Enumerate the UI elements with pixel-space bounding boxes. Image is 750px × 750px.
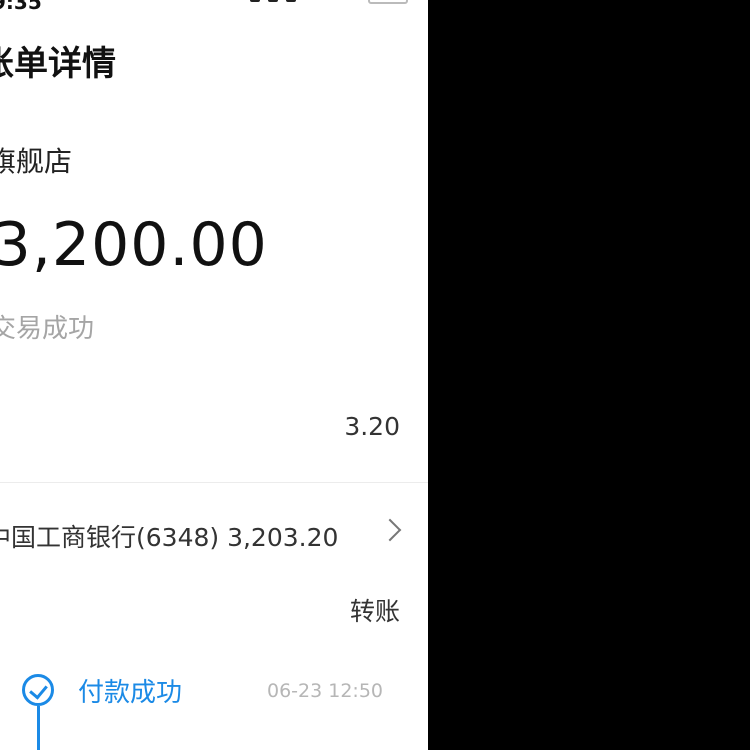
detail-row-amount-value: 3.20: [344, 412, 400, 441]
chevron-right-icon[interactable]: [378, 518, 402, 542]
payment-timeline: 付款成功 06-23 12:50: [0, 668, 428, 750]
wifi-icon: [268, 0, 278, 2]
payment-method-row[interactable]: 中国工商银行(6348) 3,203.20: [0, 518, 402, 554]
status-icons: [250, 0, 296, 2]
lock-icon: [286, 0, 296, 2]
battery-icon: [368, 0, 408, 4]
screenshot-viewport: 9:35 账单详情 旗舰店 -3,200.00 交易成功 3.20 中国工商银行…: [0, 0, 750, 750]
timeline-line: [37, 706, 40, 750]
check-circle-icon: [22, 674, 54, 706]
phone-screen: 9:35 账单详情 旗舰店 -3,200.00 交易成功 3.20 中国工商银行…: [0, 0, 428, 750]
divider: [0, 482, 428, 483]
timeline-time: 06-23 12:50: [267, 680, 384, 702]
payment-method-value: 中国工商银行(6348) 3,203.20: [0, 523, 339, 552]
merchant-name: 旗舰店: [0, 145, 73, 178]
transaction-status: 交易成功: [0, 314, 95, 344]
detail-row-amount: 3.20: [0, 412, 400, 446]
signal-icon: [250, 0, 260, 2]
transaction-amount: -3,200.00: [0, 210, 268, 280]
timeline-label: 付款成功: [78, 678, 183, 708]
status-time: 9:35: [0, 0, 42, 14]
detail-row-type: 转账: [0, 592, 400, 626]
status-bar: 9:35: [0, 0, 428, 14]
detail-row-type-value: 转账: [349, 597, 400, 626]
page-title: 账单详情: [0, 44, 116, 84]
